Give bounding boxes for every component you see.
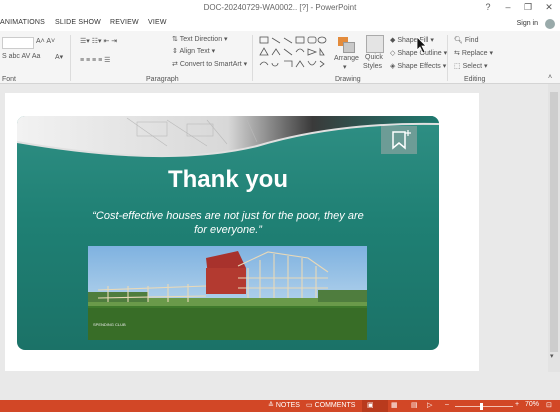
notes-area <box>0 372 560 400</box>
select-icon: ⬚ <box>454 63 461 70</box>
slide[interactable]: Thank you “Cost-effective houses are not… <box>17 116 439 350</box>
photo-credit: SPENDING CLUB <box>93 322 126 327</box>
align-text-button[interactable]: ⇕ Align Text ▾ <box>172 47 215 55</box>
vertical-scroll-thumb[interactable] <box>550 92 558 352</box>
vertical-scrollbar[interactable]: ▾ <box>548 84 560 372</box>
status-bar: ≙ NOTES ▭ COMMENTS ▣ ▦ ▤ ▷ – + 70% ⊡ <box>0 400 560 412</box>
quick-styles-label-2[interactable]: Styles <box>363 63 382 70</box>
slide-quote-line-2: for everyone.” <box>194 224 262 236</box>
align-icons[interactable]: ≡ ≡ ≡ ≡ ☰ <box>80 56 110 64</box>
text-direction-label: Text Direction <box>179 36 223 43</box>
house-construction-photo <box>88 246 367 340</box>
notes-button[interactable]: ≙ NOTES <box>268 401 300 409</box>
group-label-drawing: Drawing <box>335 76 361 83</box>
user-avatar[interactable] <box>545 19 555 29</box>
zoom-in-icon[interactable]: + <box>515 401 519 408</box>
zoom-out-icon[interactable]: – <box>445 401 449 408</box>
restore-button[interactable]: ❐ <box>517 0 539 15</box>
find-button[interactable]: 🔍︎ Find <box>454 36 478 44</box>
comments-label: COMMENTS <box>314 402 356 409</box>
title-bar: DOC-20240729-WA0002.. [?] - PowerPoint ?… <box>0 0 560 17</box>
shapes-gallery-icon <box>259 36 327 68</box>
slide-quote-line-1: “Cost-effective houses are not just for … <box>92 210 364 222</box>
slide-title: Thank you <box>167 166 288 193</box>
font-name-box[interactable] <box>2 37 34 49</box>
help-icon[interactable]: ? <box>477 0 499 15</box>
reading-view-icon[interactable]: ▤ <box>411 401 418 409</box>
convert-smartart-label: Convert to SmartArt <box>179 61 242 68</box>
scroll-down-icon[interactable]: ▾ <box>550 352 554 360</box>
tab-slide-show[interactable]: SLIDE SHOW <box>55 19 101 26</box>
mouse-cursor-icon <box>416 36 427 54</box>
sign-in-link[interactable]: Sign in <box>517 20 538 27</box>
group-label-font: Font <box>2 76 17 83</box>
group-label-editing: Editing <box>464 76 486 83</box>
arrange-icon <box>336 35 355 53</box>
slide-sorter-icon[interactable]: ▦ <box>391 401 398 409</box>
arrange-button[interactable]: Arrange <box>334 55 359 62</box>
replace-label: Replace <box>461 50 488 57</box>
notes-label: NOTES <box>275 402 300 409</box>
slideshow-view-icon[interactable]: ▷ <box>427 401 432 409</box>
slide-banner <box>17 116 439 158</box>
window-title: DOC-20240729-WA0002.. [?] - PowerPoint <box>203 3 357 12</box>
ribbon-tabs: ANIMATIONS SLIDE SHOW REVIEW VIEW Sign i… <box>0 17 560 31</box>
shape-effects-label: Shape Effects <box>397 63 441 70</box>
zoom-level[interactable]: 70% <box>525 401 539 408</box>
view-buttons-highlight <box>362 400 388 412</box>
tab-view[interactable]: VIEW <box>148 19 167 26</box>
binoculars-icon: 🔍︎ <box>454 37 463 44</box>
shape-effects-button[interactable]: ◈ Shape Effects ▾ <box>390 62 446 70</box>
comments-button[interactable]: ▭ COMMENTS <box>306 401 355 409</box>
convert-smartart-button[interactable]: ⇄ Convert to SmartArt ▾ <box>172 60 247 68</box>
collapse-ribbon-icon[interactable]: ˄ <box>548 74 552 81</box>
tab-animations[interactable]: ANIMATIONS <box>0 19 45 26</box>
fit-to-window-icon[interactable]: ⊡ <box>546 401 552 409</box>
select-button[interactable]: ⬚ Select ▾ <box>454 62 488 70</box>
ribbon: A˄ A˅ S abc AV Aa A▾ ☰▾ ☷▾ ⇤ ⇥ ≡ ≡ ≡ ≡ ☰… <box>0 31 560 84</box>
shapes-gallery[interactable] <box>258 35 328 71</box>
close-button[interactable]: ✕ <box>538 0 560 15</box>
bookmark-add-icon[interactable] <box>381 126 417 154</box>
font-format-icons[interactable]: S abc AV Aa <box>2 53 40 60</box>
zoom-slider[interactable] <box>455 406 513 407</box>
zoom-slider-thumb[interactable] <box>480 403 483 410</box>
slide-quote: “Cost-effective houses are not just for … <box>57 209 399 237</box>
text-direction-button[interactable]: ⇅ Text Direction ▾ <box>172 35 228 43</box>
ribbon-separator <box>252 35 253 81</box>
font-color-icon[interactable]: A▾ <box>55 53 63 61</box>
ribbon-separator <box>70 35 71 81</box>
normal-view-icon[interactable]: ▣ <box>367 401 374 409</box>
ribbon-separator <box>447 35 448 81</box>
group-label-paragraph: Paragraph <box>146 76 179 83</box>
minimize-button[interactable]: – <box>497 0 519 15</box>
arrange-dropdown-icon[interactable]: ▾ <box>343 63 347 71</box>
quick-styles-label-1[interactable]: Quick <box>365 54 383 61</box>
align-text-label: Align Text <box>179 48 210 55</box>
bullets-icon[interactable]: ☰▾ ☷▾ ⇤ ⇥ <box>80 37 117 45</box>
replace-icon: ⇆ <box>454 50 460 57</box>
find-label: Find <box>464 37 479 44</box>
replace-button[interactable]: ⇆ Replace ▾ <box>454 49 493 57</box>
font-size-arrows[interactable]: A˄ A˅ <box>36 38 55 45</box>
quick-styles-icon <box>366 35 384 53</box>
tab-review[interactable]: REVIEW <box>110 19 139 26</box>
select-label: Select <box>462 63 483 70</box>
